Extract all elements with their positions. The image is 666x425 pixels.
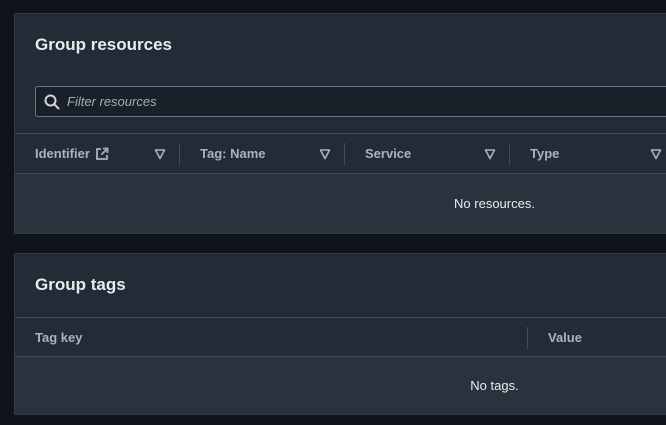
column-header-tag-key: Tag key — [35, 318, 82, 356]
column-header-identifier[interactable]: Identifier — [35, 134, 109, 173]
group-resources-title: Group resources — [35, 35, 172, 54]
column-label: Tag key — [35, 329, 83, 345]
column-header-value: Value — [548, 318, 582, 356]
column-header-tag-name[interactable]: Tag: Name — [200, 134, 266, 173]
filter-resources-box[interactable] — [35, 86, 666, 117]
sort-down-icon[interactable] — [319, 148, 331, 160]
column-header-type[interactable]: Type — [530, 134, 559, 173]
column-divider[interactable] — [509, 143, 510, 165]
group-tags-title: Group tags — [35, 275, 126, 294]
search-icon — [44, 94, 60, 110]
sort-down-icon[interactable] — [484, 148, 496, 160]
external-link-icon — [96, 147, 109, 160]
column-label: Type — [530, 146, 560, 161]
group-resources-panel: Group resources Identifier Tag: Name — [14, 13, 666, 234]
column-label: Identifier — [35, 146, 90, 161]
group-tags-panel: Group tags Tag key Value No tags. — [14, 253, 666, 415]
filter-resources-input[interactable] — [67, 87, 666, 116]
column-divider[interactable] — [344, 143, 345, 165]
tags-table-header: Tag key Value — [15, 317, 666, 357]
column-label: Service — [365, 146, 412, 161]
empty-resources-message: No resources. — [454, 196, 535, 211]
column-label: Value — [548, 329, 582, 345]
resources-table-header: Identifier Tag: Name Service Type — [15, 133, 666, 174]
column-divider[interactable] — [179, 143, 180, 165]
tags-table-body: No tags. — [15, 357, 666, 414]
column-divider — [527, 327, 528, 349]
resources-table-body: No resources. — [15, 174, 666, 233]
sort-down-icon[interactable] — [154, 148, 166, 160]
column-header-service[interactable]: Service — [365, 134, 411, 173]
sort-down-icon[interactable] — [650, 148, 662, 160]
column-label: Tag: Name — [200, 146, 266, 161]
empty-tags-message: No tags. — [470, 378, 519, 393]
